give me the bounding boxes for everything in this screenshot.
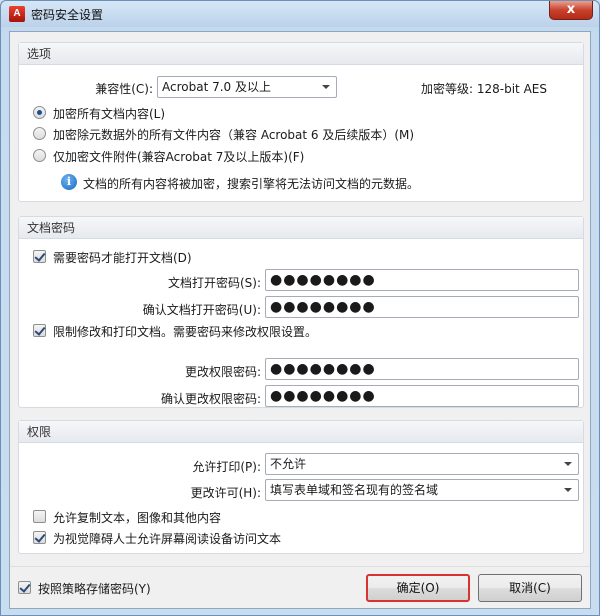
radio-encrypt-except-metadata-label: 加密除元数据外的所有文件内容（兼容 Acrobat 6 及后续版本）(M) — [53, 128, 415, 142]
acrobat-icon: A — [9, 6, 25, 22]
open-password-field[interactable]: ●●●●●●●● — [265, 269, 579, 291]
dialog-body: 选项 兼容性(C): Acrobat 7.0 及以上 加密等级: 128-bit… — [9, 31, 591, 609]
options-group: 选项 兼容性(C): Acrobat 7.0 及以上 加密等级: 128-bit… — [18, 42, 584, 202]
close-button[interactable]: x — [549, 1, 593, 20]
chevron-down-icon — [564, 462, 572, 466]
permissions-password-label: 更改权限密码: — [184, 365, 261, 379]
confirm-permissions-password-field[interactable]: ●●●●●●●● — [265, 385, 579, 407]
radio-encrypt-attachments[interactable] — [33, 149, 46, 162]
info-icon: i — [61, 174, 77, 190]
radio-encrypt-attachments-label: 仅加密文件附件(兼容Acrobat 7及以上版本)(F) — [53, 150, 305, 164]
allow-print-label: 允许打印(P): — [192, 460, 261, 474]
confirm-permissions-password-label: 确认更改权限密码: — [160, 392, 261, 406]
allow-print-select[interactable]: 不允许 — [265, 453, 579, 475]
doc-password-header: 文档密码 — [19, 217, 583, 239]
require-open-password-checkbox[interactable] — [33, 250, 46, 263]
ok-button[interactable]: 确定(O) — [366, 574, 470, 602]
permissions-password-field[interactable]: ●●●●●●●● — [265, 358, 579, 380]
password-security-dialog: A 密码安全设置 x 选项 兼容性(C): Acrobat 7.0 及以上 加密… — [0, 0, 600, 616]
window-title: 密码安全设置 — [31, 8, 104, 22]
confirm-open-password-label: 确认文档打开密码(U): — [142, 303, 261, 317]
screen-reader-access-checkbox[interactable] — [33, 531, 46, 544]
dialog-footer: 按照策略存储密码(Y) 确定(O) 取消(C) — [10, 566, 590, 608]
cancel-button[interactable]: 取消(C) — [478, 574, 582, 602]
require-open-password-label: 需要密码才能打开文档(D) — [53, 251, 192, 265]
radio-encrypt-except-metadata[interactable] — [33, 127, 46, 140]
compat-select[interactable]: Acrobat 7.0 及以上 — [157, 76, 337, 98]
store-policy-label: 按照策略存储密码(Y) — [38, 582, 151, 596]
chevron-down-icon — [564, 488, 572, 492]
store-policy-checkbox[interactable] — [18, 581, 31, 594]
compat-value: Acrobat 7.0 及以上 — [162, 80, 271, 94]
options-header: 选项 — [19, 43, 583, 65]
chevron-down-icon — [322, 85, 330, 89]
permissions-header: 权限 — [19, 421, 583, 443]
info-text: 文档的所有内容将被加密，搜索引擎将无法访问文档的元数据。 — [83, 177, 420, 191]
allow-copy-label: 允许复制文本，图像和其他内容 — [53, 511, 222, 525]
allow-print-value: 不允许 — [270, 457, 307, 471]
radio-encrypt-all-label: 加密所有文档内容(L) — [53, 107, 166, 121]
permissions-group: 权限 允许打印(P): 不允许 更改许可(H): 填写表单域和签名现有的签名域 … — [18, 420, 584, 554]
restrict-editing-label: 限制修改和打印文档。需要密码来修改权限设置。 — [53, 325, 318, 339]
radio-encrypt-all[interactable] — [33, 106, 46, 119]
screen-reader-access-label: 为视觉障碍人士允许屏幕阅读设备访问文本 — [53, 532, 282, 546]
confirm-open-password-field[interactable]: ●●●●●●●● — [265, 296, 579, 318]
change-permission-value: 填写表单域和签名现有的签名域 — [270, 483, 439, 497]
change-permission-label: 更改许可(H): — [190, 486, 261, 500]
doc-password-group: 文档密码 需要密码才能打开文档(D) 文档打开密码(S): ●●●●●●●● 确… — [18, 216, 584, 408]
open-password-label: 文档打开密码(S): — [167, 276, 261, 290]
change-permission-select[interactable]: 填写表单域和签名现有的签名域 — [265, 479, 579, 501]
title-bar[interactable]: A 密码安全设置 — [1, 1, 599, 27]
allow-copy-checkbox[interactable] — [33, 510, 46, 523]
encryption-level: 加密等级: 128-bit AES — [421, 82, 547, 96]
restrict-editing-checkbox[interactable] — [33, 324, 46, 337]
compat-label: 兼容性(C): — [95, 82, 153, 96]
